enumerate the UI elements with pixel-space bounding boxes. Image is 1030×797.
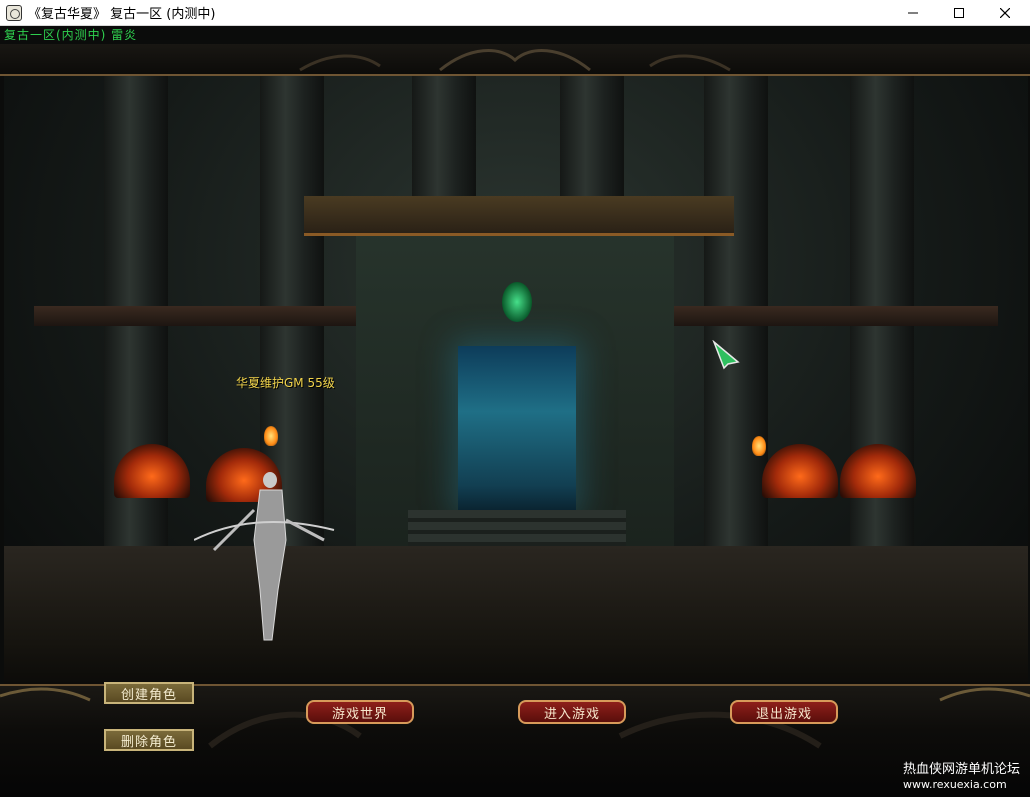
- server-info: 复古一区(内测中) 雷炎: [4, 28, 138, 42]
- gate-lintel: [304, 196, 734, 236]
- ornate-top-frame: [0, 44, 1030, 76]
- delete-role-button[interactable]: 删除角色: [104, 729, 194, 751]
- window-title-bar[interactable]: 《复古华夏》 复古一区 (内测中): [0, 0, 1030, 26]
- stone-floor: [4, 546, 1028, 684]
- archer-character[interactable]: [194, 470, 344, 650]
- maximize-icon: [954, 8, 964, 18]
- create-role-button[interactable]: 创建角色: [104, 682, 194, 704]
- close-button[interactable]: [982, 0, 1028, 26]
- exit-game-button[interactable]: 退出游戏: [730, 700, 838, 724]
- cursor-gem-icon: [712, 340, 740, 370]
- window-title: 《复古华夏》 复古一区 (内测中): [28, 7, 216, 22]
- watermark-url: www.rexuexia.com: [902, 778, 1007, 791]
- forum-watermark: 热血侠网游单机论坛 www.rexuexia.com: [903, 762, 1020, 791]
- torch-flame-icon: [264, 426, 278, 446]
- portal-doorway: [458, 346, 576, 510]
- app-seal-icon: [6, 4, 22, 21]
- maximize-button[interactable]: [936, 0, 982, 26]
- game-world-button[interactable]: 游戏世界: [306, 700, 414, 724]
- minimize-button[interactable]: [890, 0, 936, 26]
- green-gem-ornament: [502, 282, 532, 322]
- minimize-icon: [908, 12, 918, 14]
- watermark-name: 热血侠网游单机论坛: [902, 762, 1020, 777]
- cloud-ornament-top: [299, 49, 731, 72]
- fire-furnace: [762, 444, 838, 498]
- enter-game-button[interactable]: 进入游戏: [518, 700, 626, 724]
- temple-scene: 华夏维护GM 55级: [4, 76, 1028, 684]
- close-icon: [1000, 8, 1010, 18]
- torch-flame-icon: [752, 436, 766, 456]
- character-name-level: 华夏维护GM 55级: [236, 376, 335, 390]
